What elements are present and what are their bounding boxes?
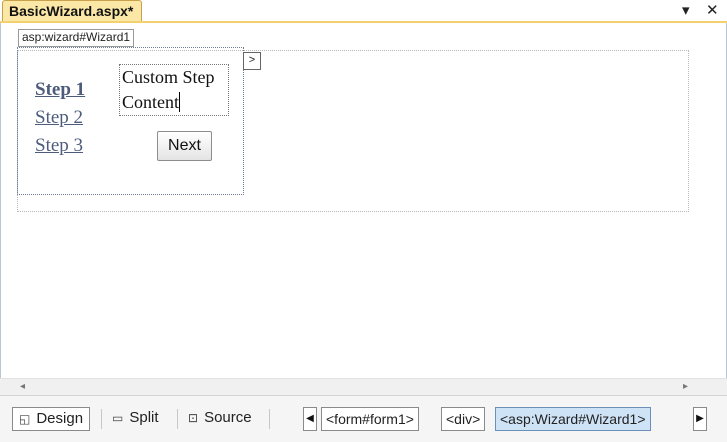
design-surface[interactable]: asp:wizard#Wizard1 > Step 1 Step 2 Step … — [0, 23, 727, 395]
smart-tag-arrow-icon[interactable]: > — [243, 52, 261, 70]
control-tag-label: asp:wizard#Wizard1 — [18, 29, 135, 47]
design-view-button[interactable]: ◱ Design — [12, 407, 91, 431]
view-separator — [177, 409, 178, 429]
step-content-line-2: Content — [122, 92, 179, 112]
horizontal-scrollbar[interactable]: ◂ ▸ — [0, 378, 727, 395]
source-view-label: Source — [204, 409, 252, 426]
breadcrumb-next-icon[interactable]: ▶ — [693, 407, 707, 431]
breadcrumb-prev-icon[interactable]: ◀ — [303, 407, 317, 431]
scroll-right-arrow-icon[interactable]: ▸ — [683, 380, 688, 394]
scroll-left-arrow-icon[interactable]: ◂ — [20, 380, 25, 394]
design-view-icon: ◱ — [19, 412, 31, 426]
breadcrumb-div[interactable]: <div> — [441, 407, 486, 431]
source-view-icon: ⊡ — [188, 411, 199, 425]
wizard-step-link-2[interactable]: Step 2 — [35, 107, 83, 129]
step-content-line-2-wrapper: Content — [122, 90, 228, 115]
split-view-label: Split — [129, 409, 159, 426]
breadcrumb-wizard[interactable]: <asp:Wizard#Wizard1> — [495, 407, 651, 431]
close-icon[interactable]: ✕ — [706, 2, 719, 20]
view-status-bar: ◱ Design ▭ Split ⊡ Source ◀ <form#form1> <d… — [0, 395, 727, 442]
source-view-button[interactable]: ⊡ Source — [188, 407, 252, 431]
text-caret — [179, 92, 180, 112]
view-separator — [101, 409, 102, 429]
split-view-icon: ▭ — [112, 411, 124, 425]
wizard-step-link-3[interactable]: Step 3 — [35, 135, 83, 157]
breadcrumb-form[interactable]: <form#form1> — [321, 407, 419, 431]
design-view-label: Design — [36, 410, 84, 427]
wizard-step-link-1[interactable]: Step 1 — [35, 79, 85, 101]
step-content-box[interactable]: Custom Step Content — [119, 64, 229, 116]
document-tab-strip: BasicWizard.aspx* ▾ ✕ — [0, 0, 727, 23]
next-button[interactable]: Next — [157, 131, 212, 161]
document-tab[interactable]: BasicWizard.aspx* — [2, 0, 143, 21]
step-content-line-1: Custom Step — [122, 67, 215, 87]
chevron-down-icon[interactable]: ▾ — [682, 2, 690, 20]
view-separator — [269, 409, 270, 429]
split-view-button[interactable]: ▭ Split — [112, 407, 159, 431]
